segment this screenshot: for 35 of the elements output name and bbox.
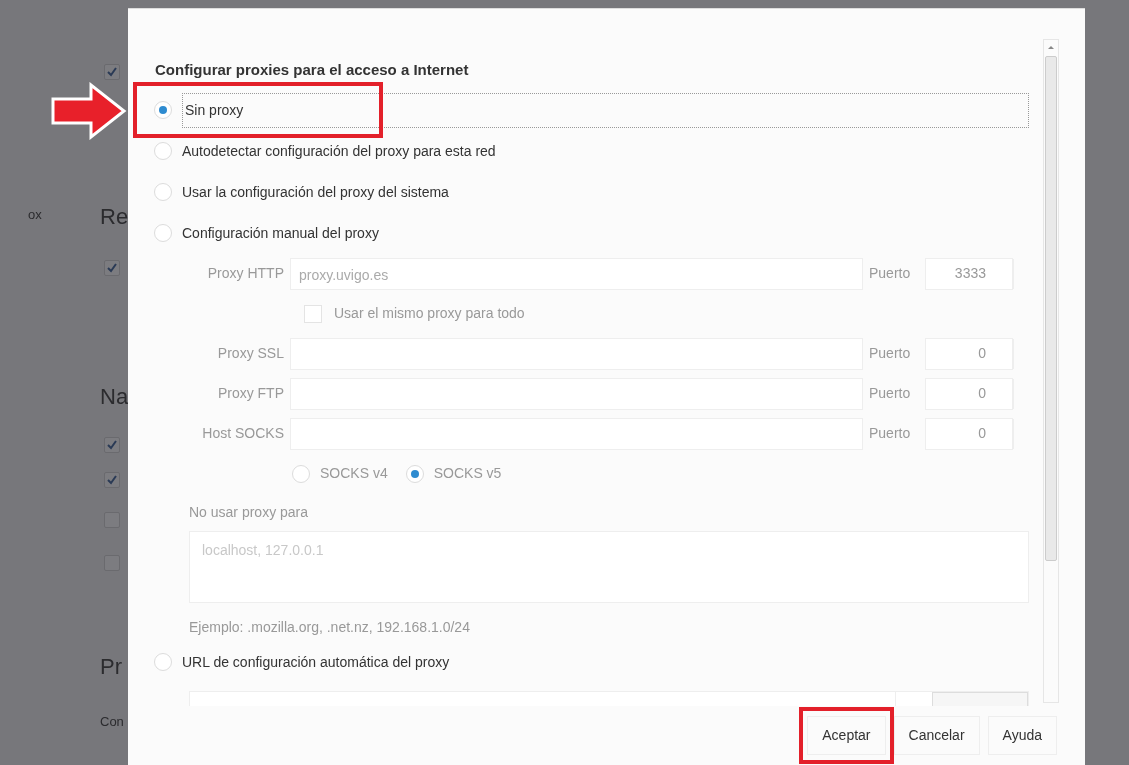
label: ox bbox=[28, 206, 42, 224]
radio-button[interactable] bbox=[154, 183, 172, 201]
field-label: Proxy HTTP bbox=[206, 264, 285, 283]
radio-button[interactable] bbox=[154, 101, 172, 119]
checkbox-label: Usar el mismo proxy para todo bbox=[334, 304, 525, 323]
field-label: Puerto bbox=[868, 424, 912, 443]
field-label: Puerto bbox=[868, 264, 912, 283]
option-label: SOCKS v4 bbox=[320, 464, 388, 483]
field-label: Proxy FTP bbox=[216, 384, 285, 403]
field-label: No usar proxy para bbox=[189, 502, 310, 522]
section-heading: Na bbox=[100, 383, 129, 411]
option-label[interactable]: Autodetectar configuración del proxy para esta red bbox=[182, 140, 496, 162]
option-label[interactable]: Usar la configuración del proxy del sistema bbox=[182, 181, 449, 203]
option-label[interactable]: Sin proxy bbox=[182, 92, 1029, 128]
section-heading: Pr bbox=[100, 653, 122, 681]
arrow-icon bbox=[51, 82, 127, 140]
label: Con bbox=[100, 713, 124, 731]
field-label: Puerto bbox=[868, 344, 912, 363]
field-label: Host SOCKS bbox=[201, 424, 285, 443]
radio-button[interactable] bbox=[154, 653, 172, 671]
section-title: Configurar proxies para el acceso a Internet bbox=[155, 60, 470, 80]
hint-text: Ejemplo: .mozilla.org, .net.nz, 192.168.1.0/24 bbox=[189, 617, 471, 637]
dialog-button[interactable]: Cancelar bbox=[893, 716, 980, 755]
option-label: SOCKS v5 bbox=[433, 464, 502, 483]
field-label: Proxy SSL bbox=[216, 344, 285, 363]
section-heading: Re bbox=[100, 203, 129, 231]
radio-button[interactable] bbox=[154, 142, 172, 160]
scrollbar[interactable] bbox=[1043, 39, 1059, 703]
option-label[interactable]: Configuración manual del proxy bbox=[182, 222, 379, 244]
reload-button[interactable] bbox=[932, 691, 1028, 706]
field-label: Puerto bbox=[868, 384, 912, 403]
option-label[interactable]: URL de configuración automática del proxy bbox=[182, 651, 450, 673]
dialog-button[interactable]: Aceptar bbox=[807, 716, 886, 755]
dialog-button[interactable]: Ayuda bbox=[987, 716, 1057, 755]
radio-button[interactable] bbox=[154, 224, 172, 242]
